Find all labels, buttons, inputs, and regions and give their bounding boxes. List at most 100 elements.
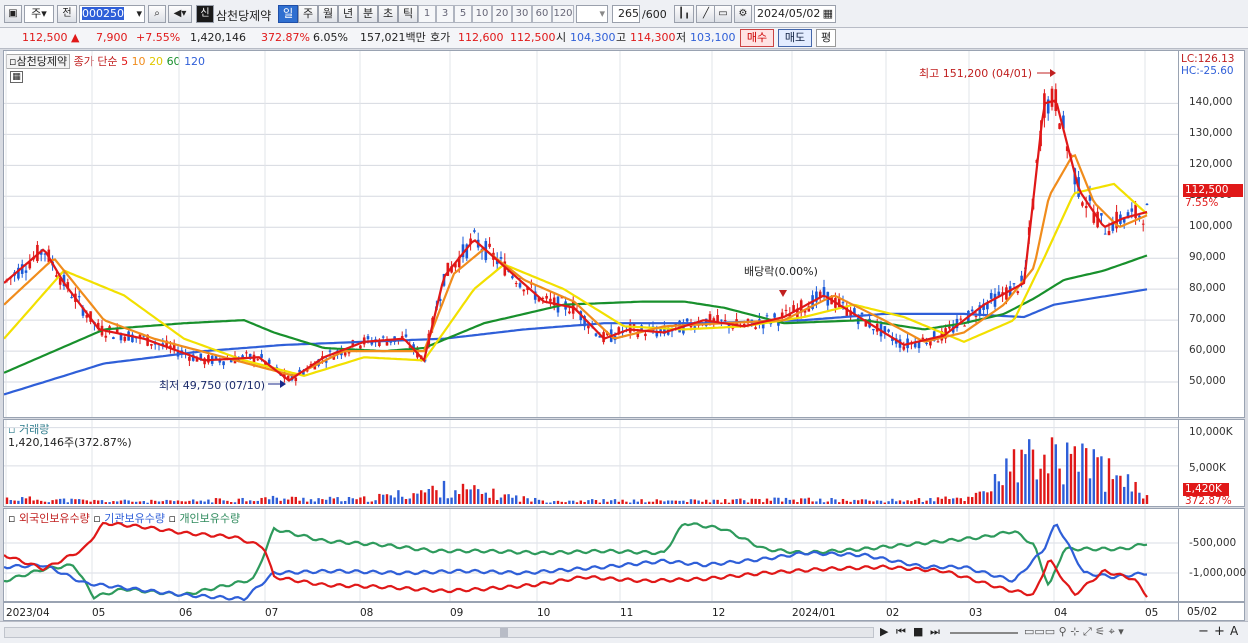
save-icon[interactable]: ▭ (714, 5, 732, 23)
stop-icon[interactable]: ■ (913, 625, 923, 638)
volume-bar (1050, 437, 1054, 504)
volume-bar (188, 500, 191, 504)
volume-bar (431, 485, 434, 504)
custom-interval-select[interactable]: ▾ (576, 5, 608, 23)
period-second[interactable]: 초 (378, 5, 398, 23)
current-price: 112,500 ▲ (22, 31, 80, 44)
volume-bar (708, 502, 712, 504)
volume-bar (1077, 471, 1080, 504)
volume-bar (85, 500, 88, 504)
volume-bar (545, 502, 548, 504)
volume-bar (473, 485, 476, 504)
zoom-slider[interactable] (950, 632, 1018, 634)
volume-bar (359, 497, 362, 504)
volume-bar (762, 502, 765, 504)
volume-bar (89, 501, 92, 504)
interval-3[interactable]: 3 (436, 5, 454, 23)
x-label: 04 (1054, 607, 1068, 619)
stock-code-input[interactable]: 000250 ▾ (79, 5, 145, 23)
volume-bar (59, 498, 62, 504)
interval-5[interactable]: 5 (454, 5, 472, 23)
period-week[interactable]: 주 (298, 5, 318, 23)
zoom-in-icon[interactable]: + (1214, 624, 1225, 639)
volume-bar (484, 492, 487, 504)
candle-body (24, 270, 28, 273)
volume-bar (883, 502, 886, 504)
volume-bar (773, 497, 776, 504)
volume-bar (640, 499, 643, 504)
price-tag: 112,500 (1183, 184, 1243, 197)
interval-120[interactable]: 120 (552, 5, 574, 23)
volume-bar (5, 497, 9, 504)
price-tick-label: 140,000 (1189, 96, 1233, 109)
play-icon[interactable]: ▶ (880, 625, 888, 638)
zoom-out-icon[interactable]: − (1198, 624, 1209, 639)
candle-body (594, 333, 598, 336)
avg-button[interactable]: 평 (816, 29, 836, 47)
period-month[interactable]: 월 (318, 5, 338, 23)
volume-bar (872, 501, 875, 504)
buy-button[interactable]: 매수 (740, 29, 774, 47)
volume-bar (1066, 442, 1069, 504)
volume-bar (271, 495, 275, 504)
interval-10[interactable]: 10 (472, 5, 492, 23)
chart-type-select[interactable]: 주▾ (24, 5, 54, 23)
volume-bar (249, 500, 252, 504)
volume-bar (944, 496, 947, 504)
interval-30[interactable]: 30 (512, 5, 532, 23)
scroll-track[interactable] (4, 627, 874, 638)
volume-bar (716, 499, 719, 504)
interval-60[interactable]: 60 (532, 5, 552, 23)
price-tick-label: 50,000 (1189, 375, 1226, 388)
volume-bar (108, 502, 111, 504)
price-tick-label: 100,000 (1189, 220, 1233, 233)
settings-gear-icon[interactable]: ⚙ (734, 5, 752, 23)
count-input[interactable]: 265 (612, 5, 640, 23)
volume-bar (245, 501, 248, 504)
volume-bar (853, 499, 856, 504)
date-input[interactable]: 2024/05/02 ▦ (754, 5, 836, 23)
sell-button[interactable]: 매도 (778, 29, 812, 47)
candle-body (77, 296, 81, 298)
search-icon[interactable]: ⌕ (148, 5, 166, 23)
holding-y-axis: -500,000 -1,000,000 (1179, 508, 1246, 602)
volume-bar (332, 498, 335, 504)
volume-bar (712, 499, 715, 504)
font-size-icon[interactable]: A (1230, 624, 1238, 638)
volume-bar (625, 501, 628, 504)
price-tick-label: 130,000 (1189, 127, 1233, 140)
calendar-icon[interactable]: ▦ (823, 6, 833, 22)
interval-1[interactable]: 1 (418, 5, 436, 23)
fastforward-icon[interactable]: ⏭ (930, 625, 940, 639)
volume-y-axis: 10,000K 5,000K 1,420K 372.87% (1179, 419, 1245, 507)
period-minute[interactable]: 분 (358, 5, 378, 23)
period-day[interactable]: 일 (278, 5, 298, 23)
price-tick-label: 70,000 (1189, 313, 1226, 326)
tool-icons[interactable]: ▭▭▭ ⚲ ⊹ ⤢ ⚟ ⌖ ▾ (1024, 625, 1124, 639)
volume-bar (404, 499, 408, 504)
volume-bar (169, 500, 172, 504)
x-label: 06 (179, 607, 193, 619)
period-tick[interactable]: 틱 (398, 5, 418, 23)
volume-bar (28, 496, 31, 504)
layout-icon[interactable]: ▣ (4, 5, 22, 23)
period-year[interactable]: 년 (338, 5, 358, 23)
scroll-thumb[interactable] (500, 628, 508, 637)
rewind-icon[interactable]: ⏮ (896, 625, 906, 639)
volume-bar (758, 499, 761, 504)
interval-20[interactable]: 20 (492, 5, 512, 23)
volume-bar (530, 501, 533, 504)
volume-bar (507, 494, 510, 504)
volume-bar (925, 500, 928, 504)
holding-chart (4, 509, 1178, 601)
prev-button[interactable]: 전 (57, 5, 77, 23)
volume-bar (990, 491, 993, 504)
volume-bar (55, 499, 58, 504)
sound-icon[interactable]: ◀▾ (168, 5, 192, 23)
draw-line-icon[interactable]: ╱ (696, 5, 716, 23)
volume-bar (1092, 449, 1095, 504)
volume-bar (784, 497, 788, 504)
volume-bar (788, 499, 791, 504)
candle-icon[interactable]: ┃╻ (674, 5, 694, 23)
volume-bar (674, 500, 677, 504)
